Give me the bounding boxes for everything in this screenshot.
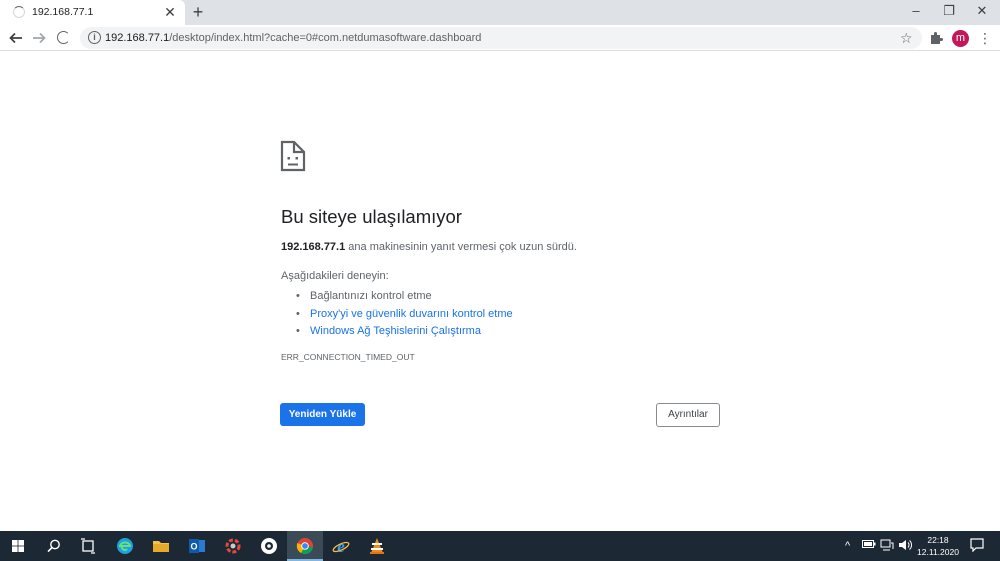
speaker-shape-icon xyxy=(899,540,912,550)
url-path: /desktop/index.html?cache=0#com.netdumas… xyxy=(169,32,482,44)
svg-text:O: O xyxy=(190,542,197,552)
error-page: Bu siteye ulaşılamıyor 192.168.77.1 ana … xyxy=(0,52,1000,531)
file-explorer-icon xyxy=(153,541,169,552)
taskbar-internet-explorer[interactable]: e xyxy=(323,531,359,561)
error-title: Bu siteye ulaşılamıyor xyxy=(281,206,462,227)
forward-button[interactable] xyxy=(29,28,49,48)
svg-text:e: e xyxy=(337,537,345,555)
start-button[interactable] xyxy=(0,531,36,561)
restore-button[interactable]: ❐ xyxy=(938,2,960,20)
error-description: 192.168.77.1 ana makinesinin yanıt verme… xyxy=(281,241,577,253)
browser-toolbar: i 192.168.77.1/desktop/index.html?cache=… xyxy=(0,25,1000,51)
taskbar-search-button[interactable] xyxy=(36,531,72,561)
loading-spinner-icon xyxy=(13,6,25,18)
vlc-icon xyxy=(370,538,384,554)
details-button[interactable]: Ayrıntılar xyxy=(656,403,720,427)
settings-app-icon xyxy=(261,538,277,554)
internet-explorer-icon: e xyxy=(332,537,350,555)
site-info-icon[interactable]: i xyxy=(88,31,101,44)
chrome-icon xyxy=(296,538,313,555)
suggestion-network-diagnostics-link[interactable]: Windows Ağ Teşhislerini Çalıştırma xyxy=(296,323,513,341)
speech-bubble-icon xyxy=(970,538,984,553)
clock-date: 12.11.2020 xyxy=(917,547,959,557)
suggestion-check-connection: Bağlantınızı kontrol etme xyxy=(296,288,513,306)
extensions-puzzle-icon[interactable] xyxy=(928,29,944,47)
windows-taskbar: O e ^ 22:18 12.11.2020 xyxy=(0,531,1000,561)
taskbar-edge[interactable] xyxy=(107,531,143,561)
notification-center-icon[interactable] xyxy=(970,538,984,556)
url-host: 192.168.77.1 xyxy=(105,32,170,44)
system-clock[interactable]: 22:18 12.11.2020 xyxy=(915,534,961,558)
address-bar[interactable]: i 192.168.77.1/desktop/index.html?cache=… xyxy=(80,27,922,49)
url-text[interactable]: 192.168.77.1/desktop/index.html?cache=0#… xyxy=(105,32,481,44)
network-shape-icon xyxy=(880,539,894,551)
start-icon xyxy=(12,540,24,552)
error-code: ERR_CONNECTION_TIMED_OUT xyxy=(281,352,415,362)
tab-close-icon[interactable]: ✕ xyxy=(163,4,177,20)
suggestion-list: Bağlantınızı kontrol etme Proxy'yi ve gü… xyxy=(296,288,513,341)
show-hidden-icons-chevron-icon[interactable]: ^ xyxy=(845,539,850,553)
minimize-button[interactable]: – xyxy=(905,2,927,20)
sad-document-icon xyxy=(280,140,306,172)
bookmark-star-icon[interactable]: ☆ xyxy=(900,29,913,47)
suggestion-check-proxy-link[interactable]: Proxy'yi ve güvenlik duvarını kontrol et… xyxy=(296,306,513,324)
reload-button[interactable]: Yeniden Yükle xyxy=(280,403,365,426)
arrow-right-icon xyxy=(33,32,46,44)
taskbar-file-explorer[interactable] xyxy=(143,531,179,561)
battery-shape-icon xyxy=(862,540,876,548)
close-window-button[interactable]: ✕ xyxy=(971,2,993,20)
search-icon xyxy=(47,539,60,553)
stop-loading-icon[interactable] xyxy=(57,31,70,44)
taskbar-vlc[interactable] xyxy=(359,531,395,561)
kebab-menu-icon[interactable]: ⋮ xyxy=(978,29,992,47)
back-button[interactable] xyxy=(6,28,26,48)
taskbar-chrome[interactable] xyxy=(287,531,323,561)
error-host: 192.168.77.1 xyxy=(281,241,346,253)
profile-avatar[interactable]: m xyxy=(952,30,969,47)
task-view-icon xyxy=(81,538,95,554)
volume-icon[interactable] xyxy=(898,539,912,555)
error-description-text: ana makinesinin yanıt vermesi çok uzun s… xyxy=(345,241,577,253)
taskbar-app[interactable] xyxy=(215,531,251,561)
tab-title: 192.168.77.1 xyxy=(32,6,94,18)
app-icon xyxy=(225,538,241,554)
outlook-icon: O xyxy=(189,539,205,553)
task-view-button[interactable] xyxy=(70,531,106,561)
arrow-left-icon xyxy=(9,32,22,44)
try-label: Aşağıdakileri deneyin: xyxy=(281,270,389,282)
tab-strip: 192.168.77.1 ✕ + – ❐ ✕ xyxy=(0,0,1000,25)
taskbar-settings-app[interactable] xyxy=(251,531,287,561)
edge-icon xyxy=(117,538,133,554)
browser-tab[interactable]: 192.168.77.1 ✕ xyxy=(0,0,185,25)
clock-time: 22:18 xyxy=(927,535,949,545)
new-tab-button[interactable]: + xyxy=(189,2,207,22)
taskbar-outlook[interactable]: O xyxy=(179,531,215,561)
network-icon[interactable] xyxy=(880,539,894,555)
battery-icon[interactable] xyxy=(862,539,876,553)
